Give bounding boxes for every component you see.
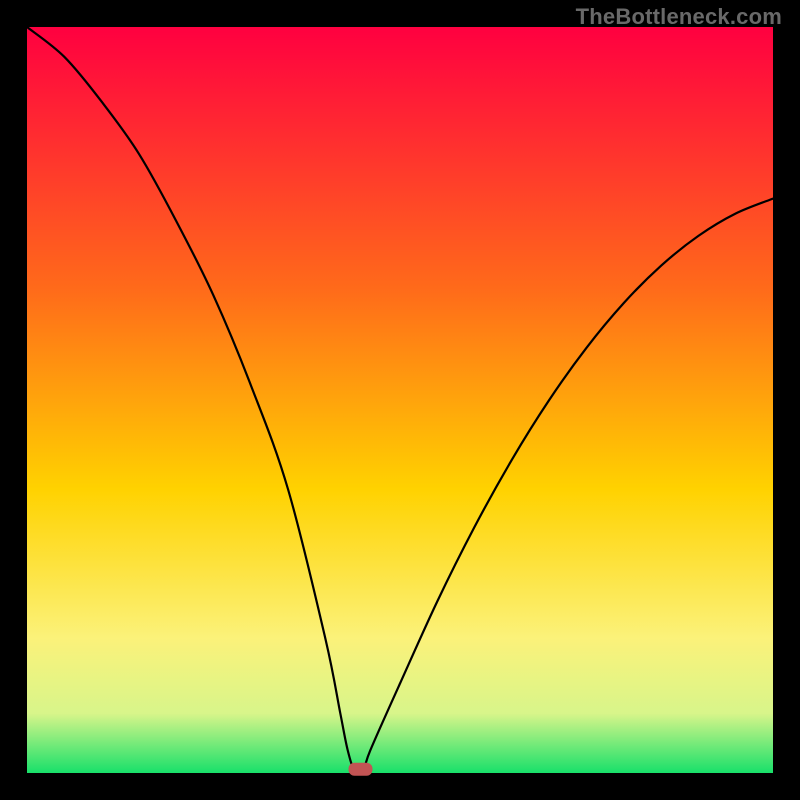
valley-marker (349, 763, 373, 776)
bottleneck-chart (0, 0, 800, 800)
chart-frame: TheBottleneck.com (0, 0, 800, 800)
watermark-text: TheBottleneck.com (576, 4, 782, 30)
plot-background (27, 27, 773, 773)
